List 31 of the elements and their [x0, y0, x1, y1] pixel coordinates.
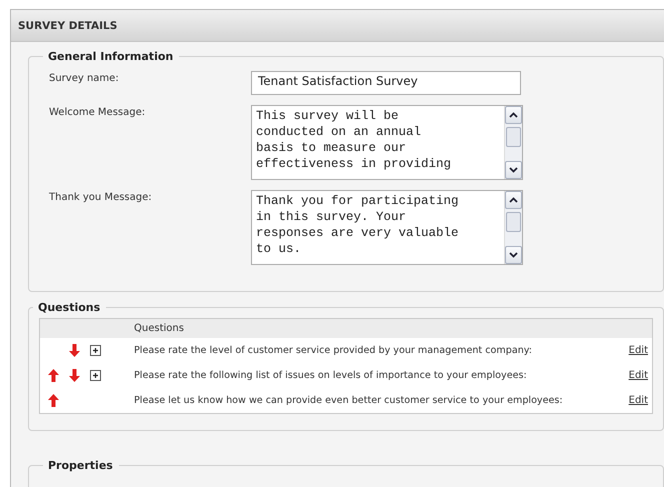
- panel-title: SURVEY DETAILS: [18, 20, 118, 32]
- question-text: Please rate the following list of issues on levels of importance to your employees:: [134, 370, 528, 381]
- scrollbar-thumb[interactable]: [506, 212, 521, 232]
- down-arrow-icon[interactable]: [69, 344, 80, 357]
- caret-up-icon[interactable]: [509, 112, 518, 118]
- edit-link[interactable]: Edit: [628, 345, 652, 356]
- down-arrow-icon[interactable]: [69, 369, 80, 382]
- section-title: General Information: [47, 50, 174, 63]
- section-title: Questions: [37, 301, 102, 314]
- scrollbar[interactable]: [504, 191, 522, 264]
- edit-link[interactable]: Edit: [628, 395, 652, 406]
- caret-down-icon[interactable]: [509, 252, 518, 258]
- section-title: Properties: [47, 459, 114, 472]
- question-text: Please let us know how we can provide even better customer service to your employees:: [134, 395, 564, 406]
- up-arrow-icon[interactable]: [48, 369, 59, 382]
- column-header: Questions: [134, 323, 184, 334]
- up-arrow-icon[interactable]: [48, 394, 59, 407]
- caret-up-icon[interactable]: [509, 197, 518, 203]
- question-text: Please rate the level of customer service provided by your management company:: [134, 345, 533, 356]
- expand-icon[interactable]: [90, 345, 101, 356]
- field-label: Thank you Message:: [49, 191, 153, 203]
- field-label: Survey name:: [49, 72, 120, 84]
- caret-down-icon[interactable]: [509, 167, 518, 173]
- edit-link[interactable]: Edit: [628, 370, 652, 381]
- text-area[interactable]: This survey will be conducted on an annual basis to measure our effectiveness in providing: [251, 105, 523, 180]
- text-area[interactable]: Thank you for participating in this survey. Your responses are very valuable to us.: [251, 190, 523, 265]
- scrollbar-thumb[interactable]: [506, 127, 521, 147]
- text-field[interactable]: Tenant Satisfaction Survey: [251, 71, 521, 95]
- field-label: Welcome Message:: [49, 106, 146, 118]
- expand-icon[interactable]: [90, 370, 101, 381]
- scrollbar[interactable]: [504, 106, 522, 179]
